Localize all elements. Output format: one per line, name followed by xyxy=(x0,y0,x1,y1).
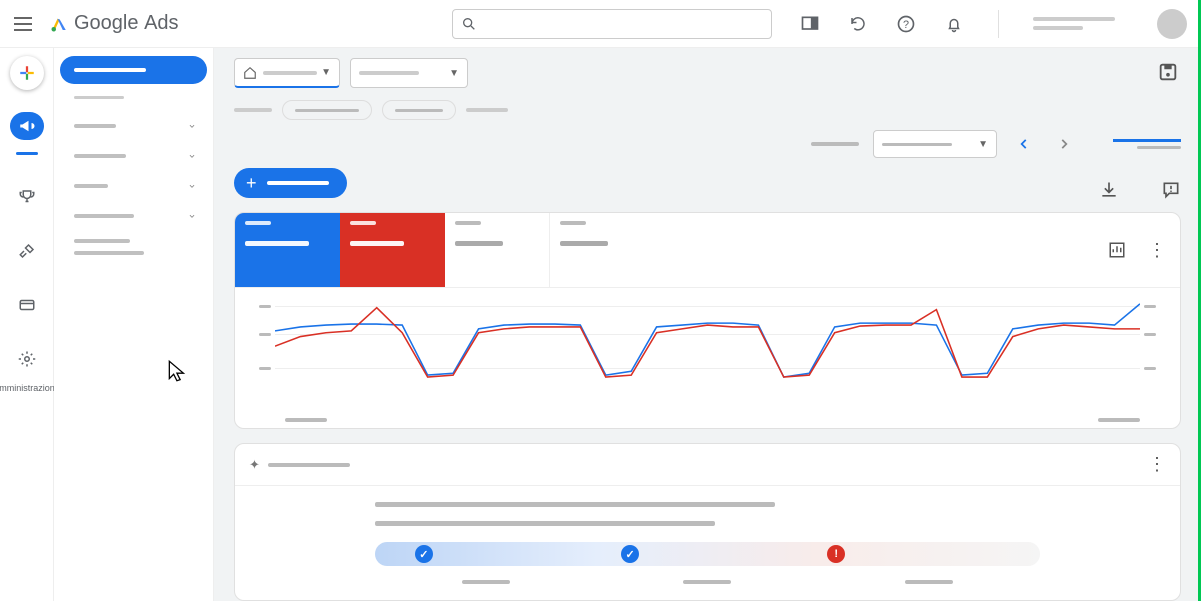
home-icon xyxy=(243,66,257,80)
tile-label xyxy=(455,221,481,225)
sidebar-scope-pill[interactable] xyxy=(60,56,207,84)
metric-tile-2[interactable] xyxy=(445,213,550,287)
scope-select-1[interactable]: ▼ xyxy=(350,58,468,88)
sidebar-item-0[interactable] xyxy=(60,111,207,141)
search-input[interactable] xyxy=(452,9,772,39)
filters-row: ▼ xyxy=(234,130,1181,158)
chevron-down-icon xyxy=(187,121,197,131)
header: Google Ads ? xyxy=(0,0,1201,48)
notifications-icon[interactable] xyxy=(944,14,964,34)
breadcrumb xyxy=(234,100,1181,120)
feedback-icon[interactable] xyxy=(1161,180,1181,200)
rail-admin-label: Amministrazione xyxy=(0,383,60,393)
ads-logo-icon xyxy=(50,15,68,33)
sidebar-item-2[interactable] xyxy=(60,171,207,201)
metric-tile-1[interactable] xyxy=(340,213,445,287)
date-range-selector[interactable]: ▼ xyxy=(873,130,997,158)
line-chart xyxy=(275,300,1140,396)
metric-tile-3[interactable] xyxy=(550,213,655,287)
recommendation-card: ✦ ⋮ ✓ ✓ ! xyxy=(234,443,1181,601)
chart-legend xyxy=(285,418,1140,422)
legend-left xyxy=(285,418,327,422)
date-prev-button[interactable] xyxy=(1011,131,1037,157)
progress-step-2: ✓ xyxy=(621,545,639,563)
recommendation-progress: ✓ ✓ ! xyxy=(375,542,1040,566)
download-icon[interactable] xyxy=(1099,180,1119,200)
tile-label xyxy=(245,221,271,225)
chart-area xyxy=(235,288,1180,428)
breadcrumb-chip-1[interactable] xyxy=(382,100,456,120)
date-next-button[interactable] xyxy=(1051,131,1077,157)
appearance-icon[interactable] xyxy=(800,14,820,34)
legend-right xyxy=(1098,418,1140,422)
scope-select-0[interactable]: ▼ xyxy=(234,58,340,88)
chevron-down-icon xyxy=(187,211,197,221)
chevron-down-icon xyxy=(187,151,197,161)
header-actions: ? xyxy=(800,9,1187,39)
billing-icon xyxy=(18,296,36,314)
sidebar-link-1[interactable] xyxy=(74,251,144,255)
date-preset-secondary[interactable] xyxy=(1137,146,1181,149)
more-menu-icon[interactable]: ⋮ xyxy=(1148,240,1166,261)
divider xyxy=(998,10,999,38)
breadcrumb-lead xyxy=(234,108,272,112)
nav-rail: Amministrazione xyxy=(0,48,54,601)
sidebar xyxy=(54,48,214,601)
tile-label xyxy=(560,221,586,225)
tile-value xyxy=(560,241,608,246)
metric-tiles: ⋮ xyxy=(235,213,1180,288)
tools-icon xyxy=(18,242,36,260)
tile-value xyxy=(245,241,309,246)
megaphone-icon xyxy=(18,117,36,135)
refresh-icon[interactable] xyxy=(848,14,868,34)
tile-value xyxy=(350,241,404,246)
rail-billing[interactable] xyxy=(10,285,44,325)
rail-tools[interactable] xyxy=(10,231,44,271)
sidebar-link-0[interactable] xyxy=(74,239,130,243)
sidebar-item-3[interactable] xyxy=(60,201,207,231)
rec-text-1 xyxy=(375,502,775,507)
recommendation-title xyxy=(268,463,350,467)
new-campaign-button[interactable]: + xyxy=(234,168,347,198)
plus-icon: + xyxy=(246,173,257,194)
trophy-icon xyxy=(18,188,36,206)
chart-settings-icon[interactable] xyxy=(1108,241,1126,259)
brand-label: Google Ads xyxy=(74,12,179,35)
summary-card: ⋮ xyxy=(234,212,1181,429)
menu-icon[interactable] xyxy=(14,17,32,31)
search-icon xyxy=(461,16,477,32)
breadcrumb-tail xyxy=(466,108,508,112)
avatar[interactable] xyxy=(1157,9,1187,39)
breadcrumb-chip-0[interactable] xyxy=(282,100,372,120)
rail-campaigns[interactable] xyxy=(10,112,44,140)
account-switcher[interactable] xyxy=(1033,17,1115,30)
tile-value xyxy=(455,241,503,246)
date-label xyxy=(811,142,859,146)
sparkle-icon: ✦ xyxy=(249,457,260,473)
tile-label xyxy=(350,221,376,225)
help-icon[interactable]: ? xyxy=(896,14,916,34)
table-actions xyxy=(1099,180,1181,200)
progress-step-1: ✓ xyxy=(415,545,433,563)
gear-icon xyxy=(18,350,36,368)
create-button[interactable] xyxy=(10,56,44,90)
svg-text:?: ? xyxy=(903,19,909,31)
rail-indicator xyxy=(16,152,38,155)
sidebar-subtitle xyxy=(60,92,207,103)
rail-goals[interactable] xyxy=(10,177,44,217)
progress-labels xyxy=(375,580,1040,584)
recommendation-menu-icon[interactable]: ⋮ xyxy=(1148,454,1166,475)
metric-tile-0[interactable] xyxy=(235,213,340,287)
plus-multicolor-icon xyxy=(18,64,36,82)
rail-admin[interactable] xyxy=(10,339,44,379)
sidebar-item-1[interactable] xyxy=(60,141,207,171)
main-area: ▼ ▼ ▼ + xyxy=(214,48,1201,601)
chevron-down-icon xyxy=(187,181,197,191)
active-date-preset[interactable] xyxy=(1113,139,1181,142)
save-view-icon[interactable] xyxy=(1157,61,1181,85)
rec-text-2 xyxy=(375,521,715,526)
scope-selectors: ▼ ▼ xyxy=(234,58,1181,88)
